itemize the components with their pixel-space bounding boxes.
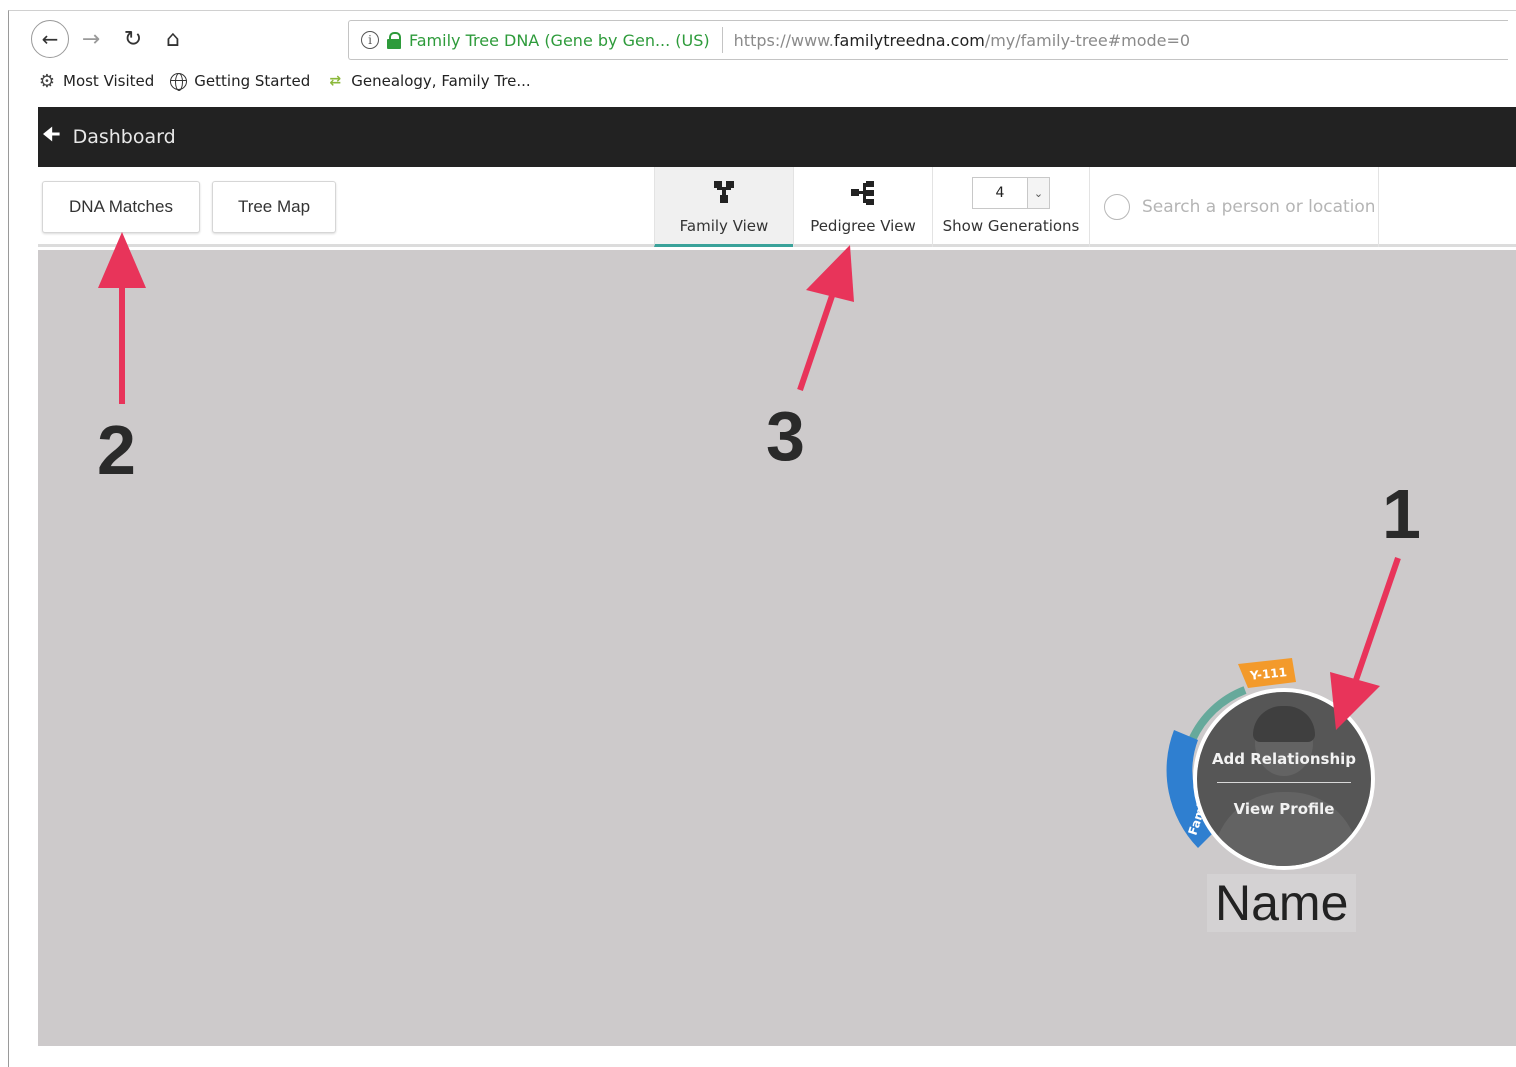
- person-node[interactable]: Add Relationship View Profile: [1193, 688, 1375, 870]
- bookmark-getting-started[interactable]: Getting Started: [170, 72, 311, 91]
- generations-select[interactable]: 4 ⌄: [972, 177, 1050, 209]
- family-tree-icon: [710, 181, 738, 205]
- generations-label: Show Generations: [942, 217, 1080, 235]
- search-box: [1089, 167, 1379, 247]
- node-divider: [1217, 782, 1351, 783]
- bookmarks-bar: ⚙ Most Visited Getting Started ⇄ Genealo…: [38, 68, 547, 94]
- bookmark-label: Getting Started: [194, 72, 311, 90]
- search-input[interactable]: [1142, 197, 1374, 217]
- url-host: familytreedna.com: [833, 30, 985, 50]
- url-prefix: https://www.: [733, 30, 834, 50]
- node-overlay: [1197, 692, 1371, 866]
- back-arrow-icon[interactable]: 🠈: [42, 120, 61, 154]
- view-profile-button[interactable]: View Profile: [1197, 800, 1371, 818]
- chevron-down-icon[interactable]: ⌄: [1027, 178, 1049, 208]
- globe-icon: [170, 72, 188, 91]
- search-icon: [1104, 194, 1130, 220]
- show-generations-control: 4 ⌄ Show Generations: [932, 167, 1089, 247]
- bookmark-most-visited[interactable]: ⚙ Most Visited: [38, 70, 155, 92]
- annotation-number-3: 3: [766, 397, 805, 475]
- bookmark-label: Genealogy, Family Tre...: [351, 72, 531, 90]
- url-text[interactable]: https://www.familytreedna.com/my/family-…: [734, 31, 1190, 50]
- tab-label: Family View: [679, 217, 769, 235]
- reload-icon[interactable]: ↻: [118, 24, 148, 54]
- annotation-number-1: 1: [1382, 475, 1421, 553]
- tree-toolbar: DNA Matches Tree Map Family View Pedigre…: [38, 167, 1516, 247]
- forward-arrow-icon[interactable]: →: [76, 24, 106, 54]
- dna-matches-button[interactable]: DNA Matches: [42, 181, 200, 233]
- tab-label: Pedigree View: [810, 217, 916, 235]
- app-header: 🠈 Dashboard: [38, 107, 1516, 167]
- dna-icon: ⇄: [329, 73, 342, 89]
- annotation-number-2: 2: [97, 411, 136, 489]
- pedigree-icon: [849, 181, 877, 205]
- address-bar[interactable]: i Family Tree DNA (Gene by Gen... (US) h…: [348, 20, 1508, 60]
- site-identity: Family Tree DNA (Gene by Gen... (US): [409, 30, 710, 50]
- bookmark-genealogy[interactable]: ⇄ Genealogy, Family Tre...: [326, 72, 530, 90]
- lock-icon: [387, 32, 401, 49]
- gear-icon: ⚙: [38, 70, 56, 92]
- add-relationship-button[interactable]: Add Relationship: [1197, 750, 1371, 768]
- url-path: /my/family-tree#mode=0: [984, 30, 1191, 50]
- url-separator: [721, 27, 723, 53]
- tab-pedigree-view[interactable]: Pedigree View: [793, 167, 932, 247]
- person-name[interactable]: Name: [1207, 874, 1357, 932]
- tab-family-view[interactable]: Family View: [654, 167, 793, 247]
- generations-value: 4: [995, 185, 1005, 201]
- back-arrow-icon[interactable]: ←: [31, 20, 69, 58]
- bookmark-label: Most Visited: [63, 72, 155, 90]
- tree-map-button[interactable]: Tree Map: [212, 181, 336, 233]
- info-icon[interactable]: i: [361, 31, 379, 49]
- home-icon[interactable]: ⌂: [158, 24, 188, 54]
- dashboard-link[interactable]: Dashboard: [73, 126, 176, 148]
